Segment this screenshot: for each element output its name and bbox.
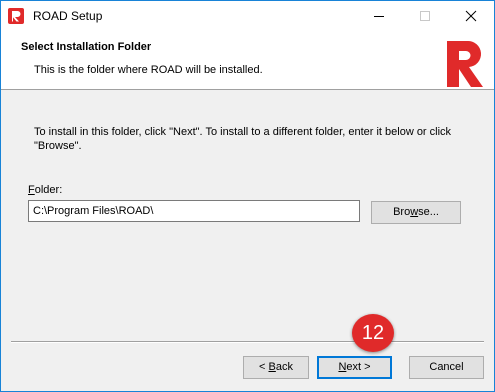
step-number-badge: 12: [352, 314, 394, 352]
page-subtitle: This is the folder where ROAD will be in…: [34, 64, 263, 76]
page-title: Select Installation Folder: [21, 41, 152, 53]
folder-label: Folder:: [28, 184, 63, 196]
close-icon: [465, 10, 477, 22]
maximize-icon: [420, 11, 430, 21]
minimize-icon: [374, 16, 384, 17]
minimize-button[interactable]: [356, 1, 402, 31]
instructions-text: To install in this folder, click "Next".…: [34, 126, 452, 152]
close-button[interactable]: [448, 1, 494, 31]
road-logo-icon: [8, 8, 24, 24]
cancel-button[interactable]: Cancel: [409, 356, 484, 379]
next-button[interactable]: Next >: [317, 356, 392, 379]
title-bar: ROAD Setup: [1, 1, 494, 31]
window-title: ROAD Setup: [33, 9, 103, 23]
browse-button[interactable]: Browse...: [371, 201, 461, 224]
back-button[interactable]: < Back: [243, 356, 309, 379]
maximize-button[interactable]: [402, 1, 448, 31]
road-logo: [447, 40, 483, 87]
wizard-header: Select Installation Folder This is the f…: [1, 31, 494, 90]
setup-window: ROAD Setup Select Installation Folder Th…: [0, 0, 495, 392]
footer-divider: [11, 341, 484, 343]
folder-path-input[interactable]: [28, 200, 360, 222]
